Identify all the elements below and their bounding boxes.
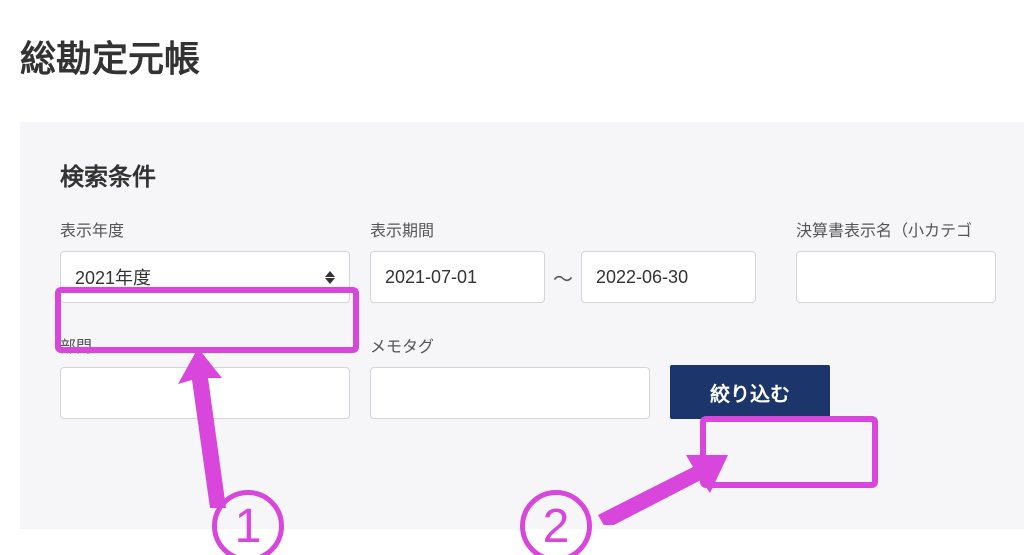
updown-icon — [325, 271, 335, 284]
period-from-input[interactable]: 2021-07-01 — [370, 251, 545, 303]
year-select-value: 2021年度 — [75, 264, 151, 290]
year-label: 表示年度 — [60, 217, 350, 241]
memo-field: メモタグ — [370, 333, 650, 419]
year-select[interactable]: 2021年度 — [60, 251, 350, 303]
memo-label: メモタグ — [370, 333, 650, 357]
period-separator: 〜 — [553, 263, 573, 292]
filter-button-label: 絞り込む — [710, 378, 790, 407]
dept-label: 部門 — [60, 333, 350, 357]
period-to-value: 2022-06-30 — [596, 267, 688, 288]
page-title: 総勘定元帳 — [20, 30, 1024, 82]
period-label: 表示期間 — [370, 217, 756, 241]
filter-button[interactable]: 絞り込む — [670, 365, 830, 419]
dept-input[interactable] — [60, 367, 350, 419]
panel-heading: 検索条件 — [60, 157, 984, 192]
search-panel: 検索条件 表示年度 2021年度 表示期間 2021-07-01 〜 2022-… — [20, 122, 1024, 529]
kessan-input[interactable] — [796, 251, 996, 303]
period-field: 表示期間 2021-07-01 〜 2022-06-30 — [370, 217, 756, 303]
period-from-value: 2021-07-01 — [385, 267, 477, 288]
period-to-input[interactable]: 2022-06-30 — [581, 251, 756, 303]
year-field: 表示年度 2021年度 — [60, 217, 350, 303]
kessan-field: 決算書表示名（小カテゴ — [796, 217, 996, 303]
filter-row-2: 部門 メモタグ 絞り込む — [60, 333, 984, 419]
dept-field: 部門 — [60, 333, 350, 419]
kessan-label: 決算書表示名（小カテゴ — [796, 217, 996, 241]
submit-field: 絞り込む — [670, 339, 830, 419]
filter-row-1: 表示年度 2021年度 表示期間 2021-07-01 〜 2022-06-30 — [60, 217, 984, 303]
memo-input[interactable] — [370, 367, 650, 419]
